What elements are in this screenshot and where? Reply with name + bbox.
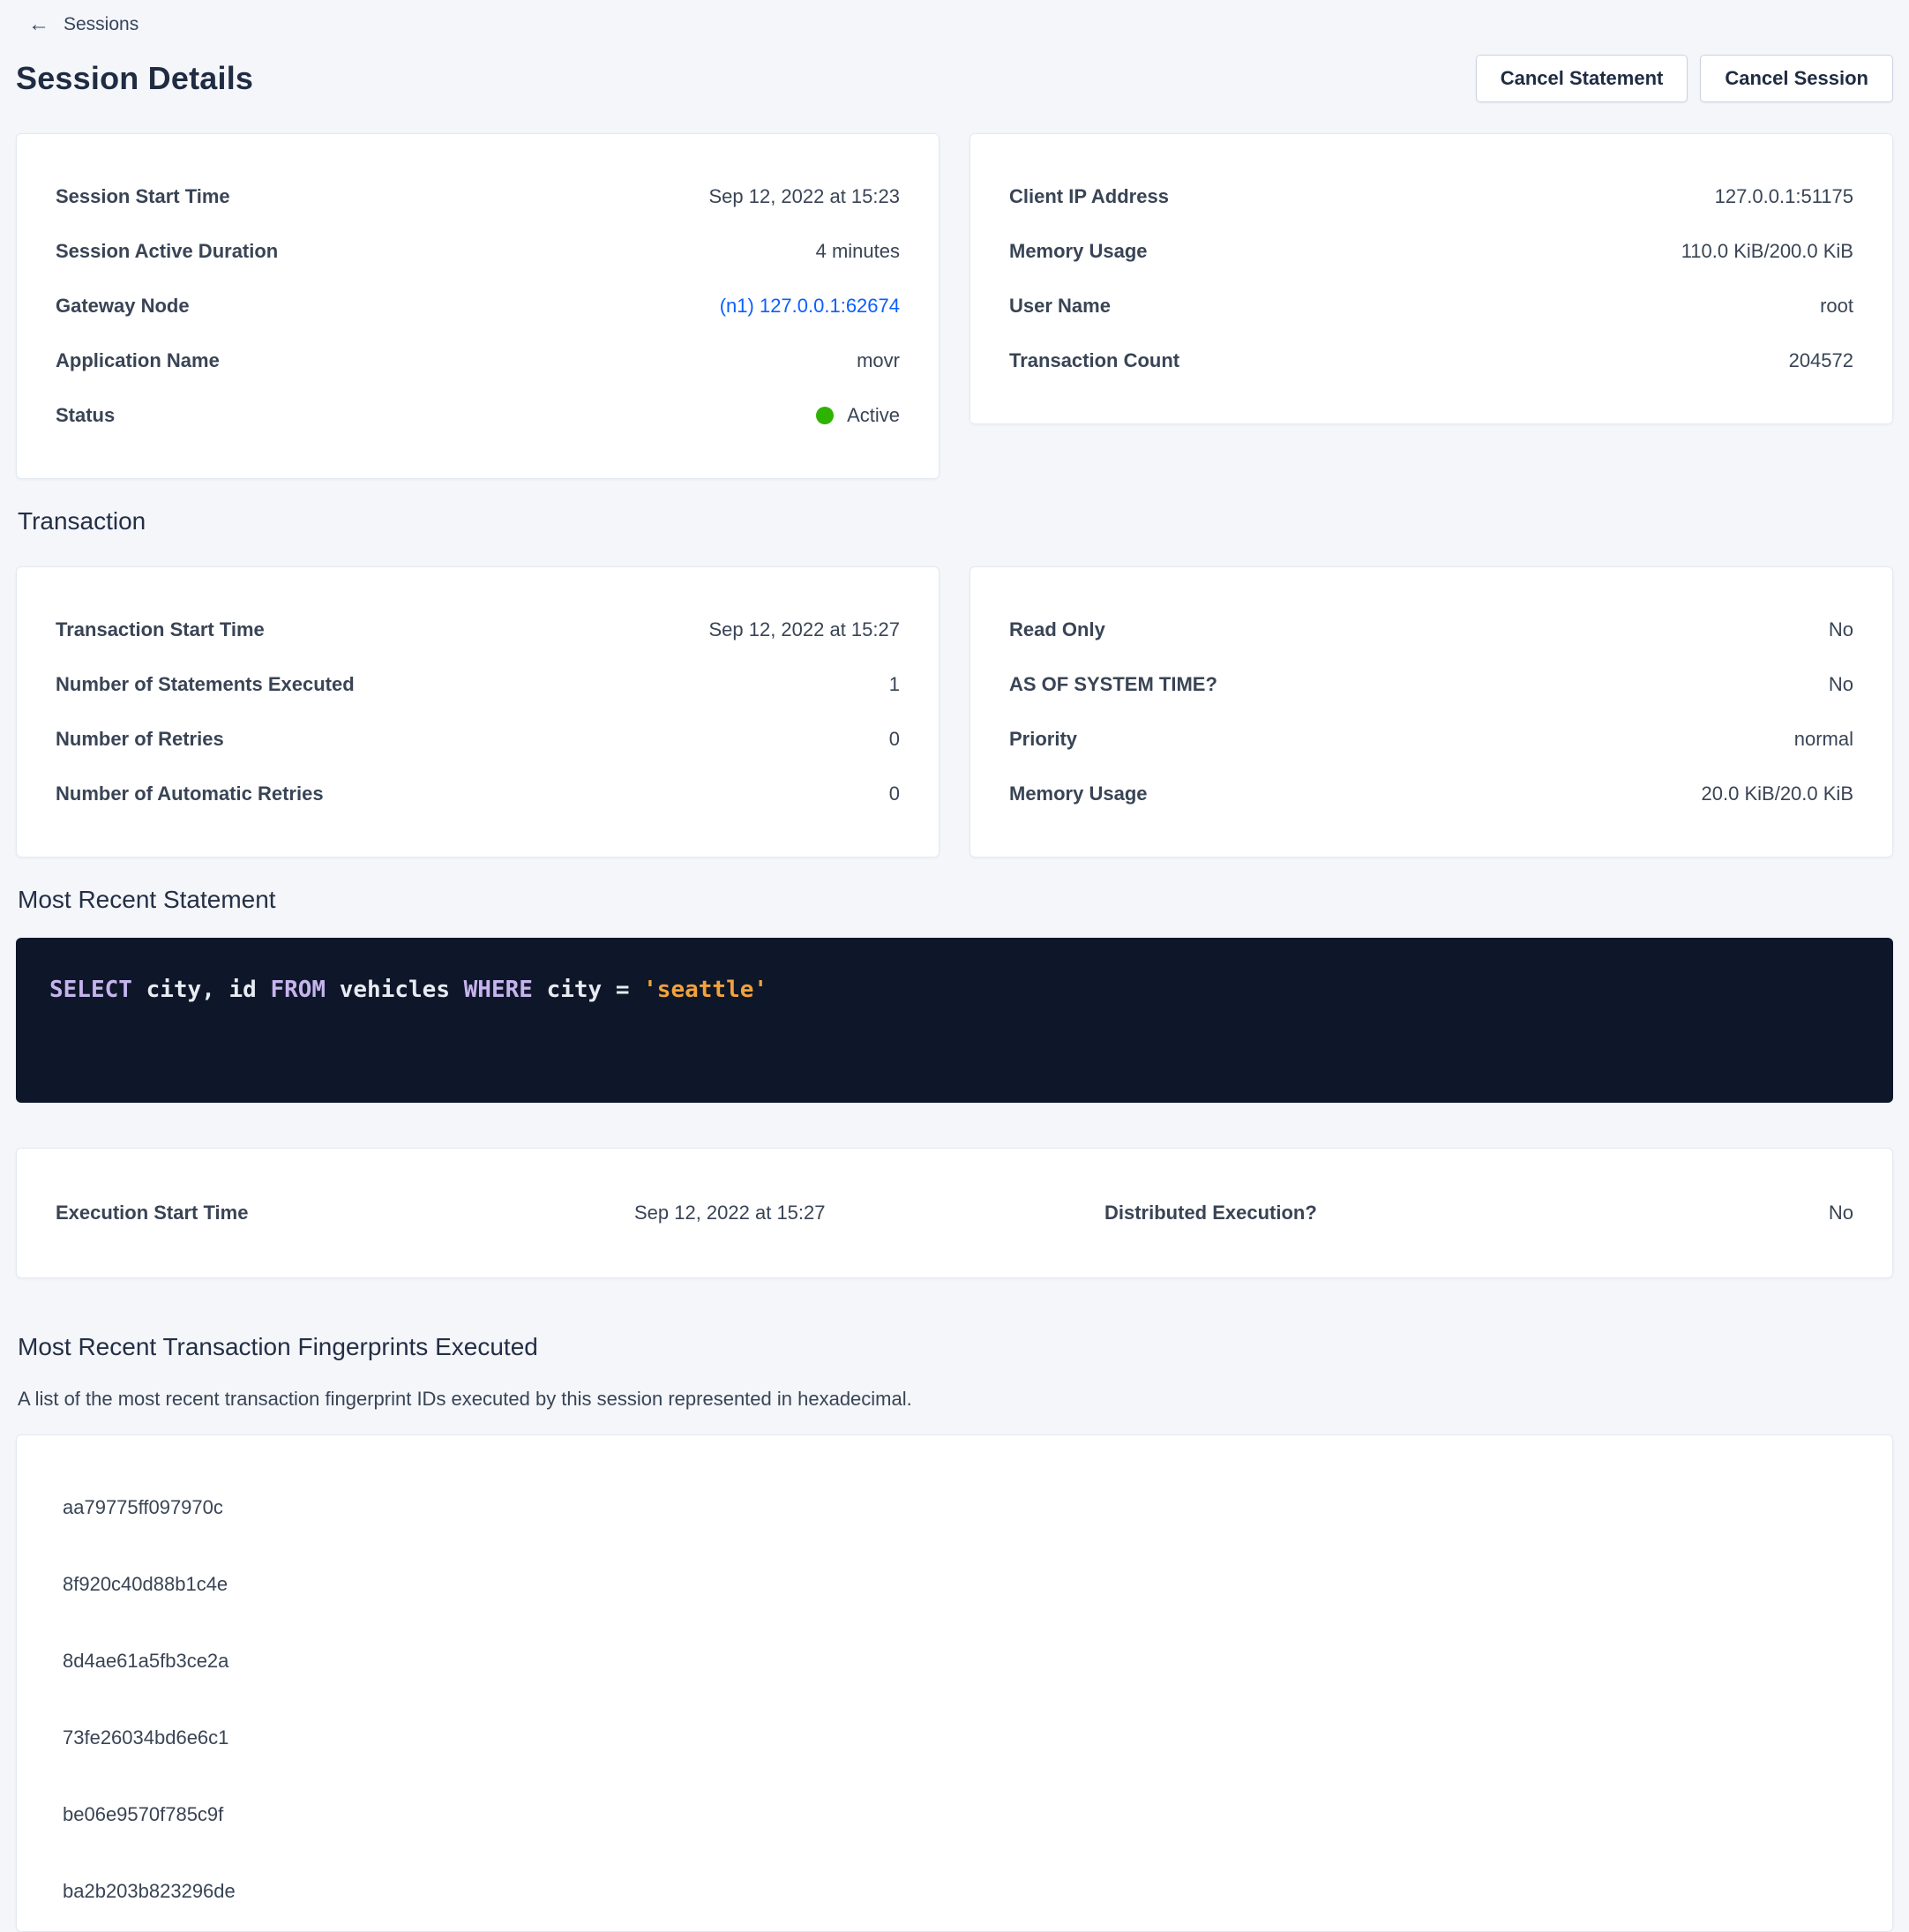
user-name-row: User Name root [1009,279,1853,333]
priority-row: Priority normal [1009,712,1853,767]
priority-label: Priority [1009,728,1077,751]
memory-usage-row: Memory Usage 20.0 KiB/20.0 KiB [1009,767,1853,821]
session-start-time-value: Sep 12, 2022 at 15:23 [708,185,900,208]
fingerprint-item: ba2b203b823296de [17,1853,1892,1929]
sql-token-string: 'seattle' [643,977,767,1003]
execution-start-time-value: Sep 12, 2022 at 15:27 [505,1202,955,1224]
status-active-dot [816,407,834,424]
sql-token-keyword: WHERE [464,977,533,1003]
transaction-count-value: 204572 [1789,349,1853,372]
transaction-cards-row: Transaction Start Time Sep 12, 2022 at 15… [16,566,1893,857]
transaction-start-time-row: Transaction Start Time Sep 12, 2022 at 15… [56,603,900,657]
number-of-retries-value: 0 [889,728,900,751]
client-ip-address-value: 127.0.0.1:51175 [1715,185,1853,208]
transaction-flags-card: Read Only No AS OF SYSTEM TIME? No Priority n… [969,566,1893,857]
sql-token-plain: vehicles [326,977,464,1003]
session-start-time-row: Session Start Time Sep 12, 2022 at 15:23 [56,169,900,224]
transaction-count-row: Transaction Count 204572 [1009,333,1853,388]
client-ip-address-label: Client IP Address [1009,185,1169,208]
distributed-execution-label: Distributed Execution? [954,1202,1404,1224]
number-of-retries-label: Number of Retries [56,728,224,751]
fingerprint-item: 73fe26034bd6e6c1 [17,1699,1892,1776]
execution-start-time-label: Execution Start Time [56,1202,505,1224]
sql-token-keyword: SELECT [49,977,132,1003]
priority-value: normal [1794,728,1853,751]
session-cards-row: Session Start TimeSep 12, 2022 at 15:23S… [16,133,1893,479]
sql-token-keyword: FROM [270,977,326,1003]
fingerprint-item: be06e9570f785c9f [17,1776,1892,1853]
client-ip-address-row: Client IP Address 127.0.0.1:51175 [1009,169,1853,224]
memory-usage-row: Memory Usage 110.0 KiB/200.0 KiB [1009,224,1853,279]
memory-usage-label: Memory Usage [1009,783,1148,805]
memory-usage-value: 20.0 KiB/20.0 KiB [1702,783,1853,805]
read-only-label: Read Only [1009,618,1105,641]
transaction-info-card: Transaction Start Time Sep 12, 2022 at 15… [16,566,940,857]
session-details-page: ← Sessions Session Details Cancel Statem… [0,0,1909,1932]
cancel-session-button[interactable]: Cancel Session [1700,55,1893,102]
as-of-system-time-row: AS OF SYSTEM TIME? No [1009,657,1853,712]
number-of-retries-row: Number of Retries 0 [56,712,900,767]
user-name-label: User Name [1009,295,1111,318]
as-of-system-time-label: AS OF SYSTEM TIME? [1009,673,1217,696]
cancel-statement-button[interactable]: Cancel Statement [1476,55,1688,102]
as-of-system-time-value: No [1829,673,1853,696]
transaction-section-title: Transaction [18,507,1893,535]
back-arrow-icon: ← [28,14,49,35]
status-label: Status [56,404,115,427]
client-info-card: Client IP Address 127.0.0.1:51175 Memory U… [969,133,1893,424]
number-of-statements-executed-value: 1 [889,673,900,696]
fingerprints-section-title: Most Recent Transaction Fingerprints Exe… [18,1333,1893,1361]
gateway-node-label: Gateway Node [56,295,190,318]
number-of-automatic-retries-value: 0 [889,783,900,805]
status-text: Active [847,404,900,427]
user-name-value: root [1820,295,1853,318]
fingerprints-list-card: aa79775ff097970c8f920c40d88b1c4e8d4ae61a… [16,1434,1893,1932]
number-of-automatic-retries-label: Number of Automatic Retries [56,783,324,805]
application-name-row: Application Name movr [56,333,900,388]
session-info-card: Session Start TimeSep 12, 2022 at 15:23S… [16,133,940,479]
gateway-node-link[interactable]: (n1) 127.0.0.1:62674 [720,295,900,318]
session-active-duration-label: Session Active Duration [56,240,278,263]
number-of-statements-executed-label: Number of Statements Executed [56,673,355,696]
fingerprint-item: 8f920c40d88b1c4e [17,1546,1892,1622]
sql-statement: SELECT city, id FROM vehicles WHERE city… [49,977,767,1003]
page-header: Session Details Cancel Statement Cancel … [16,55,1893,102]
session-start-time-label: Session Start Time [56,185,230,208]
back-to-sessions-link[interactable]: ← Sessions [16,14,138,35]
sql-token-plain: city, id [132,977,271,1003]
session-active-duration-value: 4 minutes [816,240,900,263]
fingerprint-item: 8d4ae61a5fb3ce2a [17,1622,1892,1699]
application-name-value: movr [857,349,900,372]
page-title: Session Details [16,60,253,97]
statement-section-title: Most Recent Statement [18,886,1893,914]
gateway-node-row: Gateway Node (n1) 127.0.0.1:62674 [56,279,900,333]
sql-token-plain: city = [533,977,643,1003]
memory-usage-label: Memory Usage [1009,240,1148,263]
execution-info-card: Execution Start Time Sep 12, 2022 at 15:… [16,1148,1893,1278]
fingerprint-item: aa79775ff097970c [17,1469,1892,1546]
header-actions: Cancel Statement Cancel Session [1476,55,1893,102]
transaction-start-time-label: Transaction Start Time [56,618,265,641]
status-row: Status Active [56,388,900,443]
read-only-value: No [1829,618,1853,641]
number-of-statements-executed-row: Number of Statements Executed 1 [56,657,900,712]
session-active-duration-row: Session Active Duration 4 minutes [56,224,900,279]
fingerprints-description: A list of the most recent transaction fi… [18,1388,1893,1411]
status-value: Active [816,404,900,427]
number-of-automatic-retries-row: Number of Automatic Retries 0 [56,767,900,821]
breadcrumb-label: Sessions [64,14,138,35]
read-only-row: Read Only No [1009,603,1853,657]
transaction-count-label: Transaction Count [1009,349,1179,372]
application-name-label: Application Name [56,349,220,372]
transaction-start-time-value: Sep 12, 2022 at 15:27 [708,618,900,641]
distributed-execution-value: No [1404,1202,1854,1224]
sql-statement-box: SELECT city, id FROM vehicles WHERE city… [16,938,1893,1103]
memory-usage-value: 110.0 KiB/200.0 KiB [1681,240,1853,263]
